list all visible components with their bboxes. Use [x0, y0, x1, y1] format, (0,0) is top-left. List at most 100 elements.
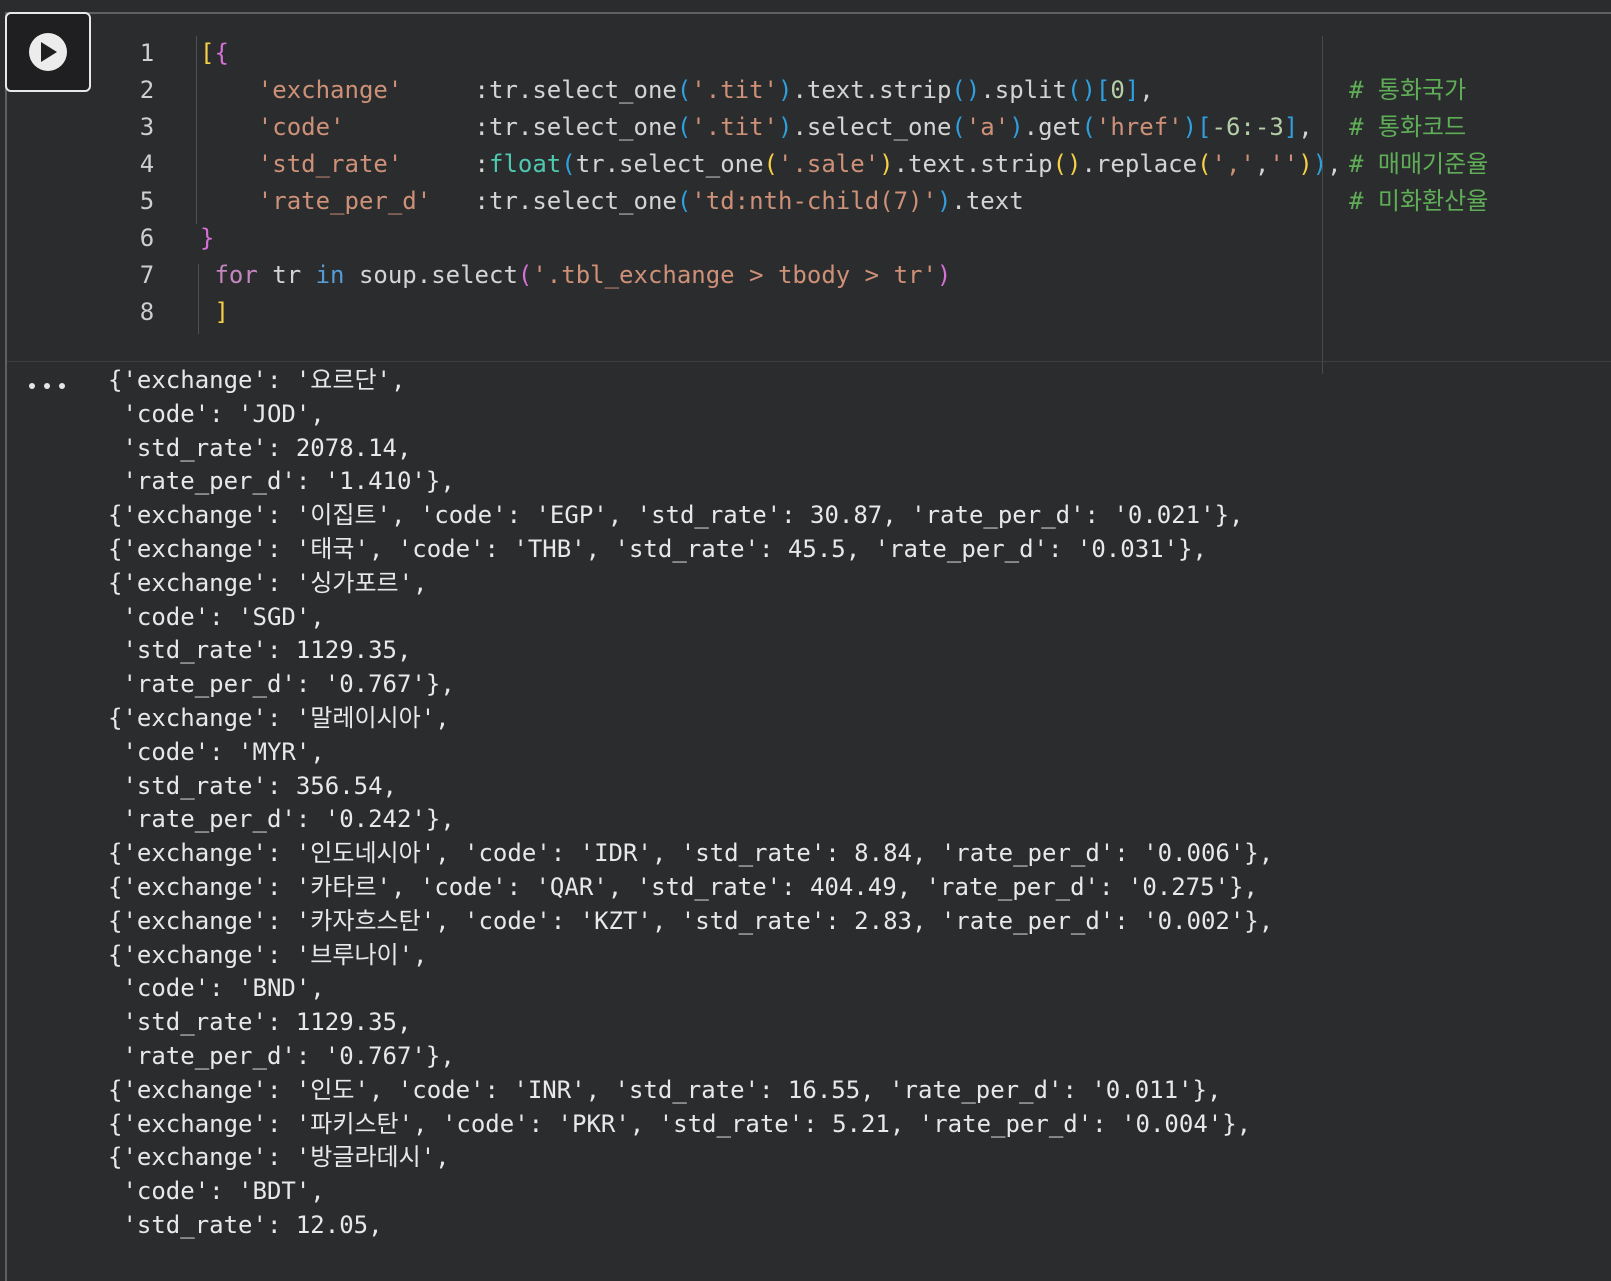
code-token: , [1327, 150, 1342, 178]
code-token: :tr.select_one [474, 113, 677, 141]
code-token: [ [1095, 76, 1111, 104]
output-line: 'code': 'BND', [108, 974, 325, 1003]
line-number: 5 [139, 187, 155, 215]
output-line: {'exchange': '파키스탄', 'code': 'PKR', 'std… [108, 1109, 1252, 1138]
code-token: ] [1283, 113, 1299, 141]
code-token: -6:-3 [1211, 113, 1284, 141]
code-token: '.tit' [691, 76, 778, 104]
code-token: .replace [1081, 150, 1198, 178]
line-number: 7 [139, 261, 155, 289]
code-token: 'href' [1095, 113, 1183, 141]
code-token: ) [778, 113, 793, 141]
code-token: .split [980, 76, 1068, 104]
output-line: {'exchange': '말레이시아', [108, 703, 450, 732]
code-editor[interactable]: 1[{2 'exchange' :tr.select_one('.tit').t… [87, 34, 1611, 366]
output-line: 'std_rate': 1129.35, [108, 1008, 412, 1037]
code-token: 0 [1110, 76, 1125, 104]
code-token: ( [676, 113, 692, 141]
code-token: tr.select_one [575, 150, 764, 178]
code-token: in [315, 261, 345, 289]
line-number: 2 [139, 76, 155, 104]
code-token: .text.strip [792, 76, 952, 104]
output-line: {'exchange': '인도', 'code': 'INR', 'std_r… [108, 1075, 1222, 1104]
line-number: 1 [139, 39, 155, 67]
output-line: {'exchange': '이집트', 'code': 'EGP', 'std_… [108, 501, 1244, 530]
output-line: 'rate_per_d': '0.767'}, [108, 1041, 455, 1070]
code-token: soup.select [344, 261, 518, 289]
code-token: .text.strip [893, 150, 1053, 178]
code-token: '' [1269, 150, 1299, 178]
output-line: 'std_rate': 12.05, [108, 1210, 383, 1239]
code-text: 'std_rate' :float(tr.select_one('.sale')… [200, 145, 1342, 183]
code-token: tr [257, 261, 316, 289]
output-line: 'code': 'MYR', [108, 737, 325, 766]
line-number: 8 [139, 298, 155, 326]
code-token: ( [1197, 150, 1212, 178]
code-token: 'td:nth-child(7)' [691, 187, 937, 215]
line-number: 6 [139, 224, 155, 252]
code-token: , [1254, 150, 1270, 178]
output-line: 'code': 'BDT', [108, 1177, 325, 1206]
code-token: ( [951, 113, 966, 141]
output-line: 'std_rate': 2078.14, [108, 433, 412, 462]
code-comment: # 통화코드 [1349, 113, 1467, 141]
code-token: ) [1298, 150, 1313, 178]
code-text: for tr in soup.select('.tbl_exchange > t… [200, 256, 951, 294]
code-token: float [489, 150, 562, 178]
cell-output: {'exchange': '요르단', 'code': 'JOD', 'std_… [108, 364, 1598, 1254]
code-line[interactable]: 8 ] [87, 293, 1287, 331]
code-token: ] [1124, 76, 1140, 104]
code-token: { [214, 39, 229, 67]
code-token: ) [1009, 113, 1024, 141]
code-line[interactable]: 4 'std_rate' :float(tr.select_one('.sale… [87, 145, 1342, 183]
code-line[interactable]: 1 [{ [87, 34, 1287, 72]
code-token: () [951, 76, 981, 104]
comment-column-divider [1322, 36, 1323, 374]
code-line[interactable]: 3 'code' :tr.select_one('.tit').select_o… [87, 108, 1313, 146]
code-token: ) [1182, 113, 1198, 141]
run-cell-button[interactable] [5, 12, 91, 92]
output-line: {'exchange': '카자흐스탄', 'code': 'KZT', 'st… [108, 906, 1274, 935]
output-line: 'code': 'JOD', [108, 399, 325, 428]
output-line: {'exchange': '브루나이', [108, 940, 428, 969]
code-token: 'rate_per_d' [200, 187, 475, 215]
code-line[interactable]: 2 'exchange' :tr.select_one('.tit').text… [87, 71, 1287, 109]
code-comment: # 미화환산율 [1349, 187, 1489, 215]
output-line: {'exchange': '방글라데시', [108, 1143, 450, 1172]
code-text: } [200, 219, 214, 257]
code-token: 'std_rate' [200, 150, 475, 178]
code-token: ( [763, 150, 778, 178]
code-token: ] [200, 298, 229, 326]
code-comment: # 매매기준율 [1349, 150, 1489, 178]
code-line[interactable]: 6} [87, 219, 1287, 257]
code-token: ( [676, 187, 692, 215]
output-line: {'exchange': '카타르', 'code': 'QAR', 'std_… [108, 872, 1258, 901]
code-token: ) [1312, 150, 1328, 178]
code-line[interactable]: 7 for tr in soup.select('.tbl_exchange >… [87, 256, 1287, 294]
output-line: 'rate_per_d': '0.242'}, [108, 805, 455, 834]
code-text: ] [200, 293, 229, 331]
output-line: 'std_rate': 356.54, [108, 771, 397, 800]
code-token: 'exchange' [200, 76, 475, 104]
more-output-icon[interactable] [29, 376, 65, 396]
line-number: 4 [139, 150, 155, 178]
code-token: ( [561, 150, 576, 178]
code-text: [{ [200, 34, 229, 72]
code-line[interactable]: 5 'rate_per_d' :tr.select_one('td:nth-ch… [87, 182, 1287, 220]
code-token: [ [1197, 113, 1212, 141]
code-comment: # 통화국가 [1349, 76, 1467, 104]
code-token: 'a' [965, 113, 1010, 141]
code-token: .get [1023, 113, 1082, 141]
code-token: ) [936, 187, 952, 215]
code-text: 'rate_per_d' :tr.select_one('td:nth-chil… [200, 182, 1024, 220]
output-line: {'exchange': '요르단', [108, 366, 406, 394]
code-token: :tr.select_one [474, 76, 677, 104]
play-icon [29, 33, 67, 71]
code-token: , [1139, 76, 1154, 104]
code-token: ) [778, 76, 793, 104]
code-token: , [1298, 113, 1313, 141]
output-line: {'exchange': '인도네시아', 'code': 'IDR', 'st… [108, 839, 1274, 868]
code-cell[interactable]: 1[{2 'exchange' :tr.select_one('.tit').t… [5, 12, 1611, 1281]
code-text: 'exchange' :tr.select_one('.tit').text.s… [200, 71, 1154, 109]
output-line: {'exchange': '싱가포르', [108, 568, 428, 597]
